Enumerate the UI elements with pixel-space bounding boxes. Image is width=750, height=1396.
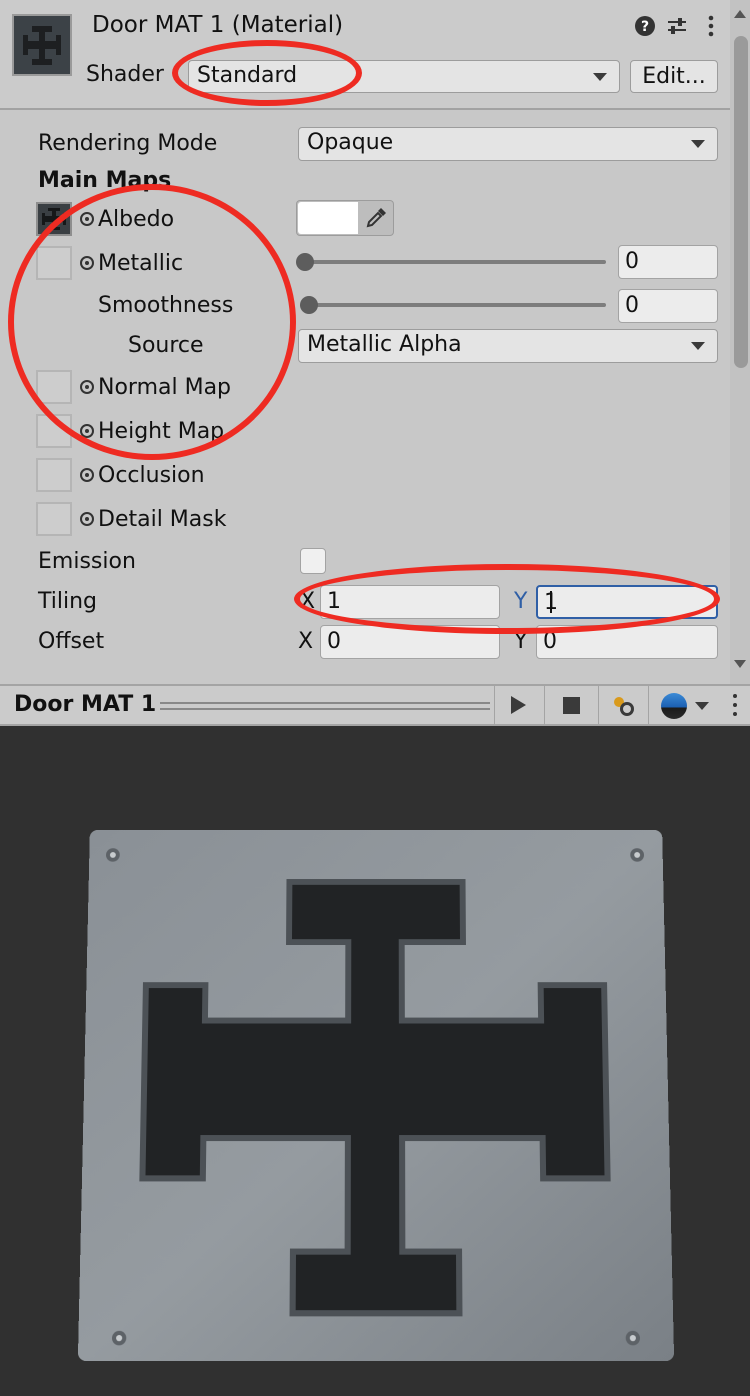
material-preview-plate — [77, 830, 675, 1361]
texture-picker-icon[interactable] — [80, 380, 94, 394]
offset-x-axis-label: X — [298, 629, 314, 654]
inspector-header: Door MAT 1 (Material) ? Shader Standard … — [0, 0, 730, 110]
eyedropper-icon[interactable] — [365, 207, 387, 229]
smoothness-source-dropdown[interactable]: Metallic Alpha — [298, 329, 718, 363]
scroll-down-arrow-icon[interactable] — [734, 660, 746, 668]
smoothness-input[interactable]: 0 — [618, 289, 718, 323]
detail-mask-texture-slot[interactable] — [36, 502, 72, 536]
offset-label: Offset — [38, 629, 105, 654]
preset-sliders-icon[interactable] — [664, 14, 690, 42]
metallic-slider-handle[interactable] — [296, 253, 314, 271]
text-caret — [550, 591, 552, 613]
stop-button[interactable] — [544, 686, 598, 724]
texture-picker-icon[interactable] — [80, 212, 94, 226]
light-toggle-icon — [614, 697, 634, 716]
chevron-down-icon — [695, 702, 709, 710]
shader-dropdown[interactable]: Standard — [188, 60, 620, 93]
albedo-texture-slot[interactable] — [36, 202, 72, 236]
texture-picker-icon[interactable] — [80, 512, 94, 526]
preview-title: Door MAT 1 — [14, 692, 157, 717]
chevron-down-icon — [691, 140, 705, 148]
tiling-label: Tiling — [38, 589, 98, 614]
texture-picker-icon[interactable] — [80, 256, 94, 270]
material-title: Door MAT 1 (Material) — [92, 12, 344, 38]
chevron-down-icon — [593, 73, 607, 81]
height-map-texture-slot[interactable] — [36, 414, 72, 448]
svg-text:?: ? — [641, 19, 649, 35]
preview-toolbar: Door MAT 1 — [0, 684, 750, 726]
cross-emblem-icon — [14, 16, 70, 74]
more-options-icon[interactable] — [698, 14, 724, 42]
help-icon[interactable]: ? — [632, 14, 658, 42]
smoothness-source-value: Metallic Alpha — [307, 332, 462, 357]
offset-x-input[interactable]: 0 — [320, 625, 500, 659]
detail-mask-label: Detail Mask — [98, 507, 227, 532]
emission-label: Emission — [38, 549, 136, 574]
scrollbar-thumb[interactable] — [734, 36, 748, 368]
shader-label: Shader — [86, 62, 164, 87]
metallic-texture-slot[interactable] — [36, 246, 72, 280]
smoothness-slider-track[interactable] — [300, 303, 606, 307]
offset-y-axis-label: Y — [514, 629, 528, 654]
normal-map-label: Normal Map — [98, 375, 232, 400]
inspector-scrollbar[interactable] — [730, 0, 750, 684]
metallic-input[interactable]: 0 — [618, 245, 718, 279]
albedo-label: Albedo — [98, 207, 175, 232]
rendering-mode-value: Opaque — [307, 130, 394, 155]
scroll-up-arrow-icon[interactable] — [734, 10, 746, 18]
normal-map-texture-slot[interactable] — [36, 370, 72, 404]
stop-icon — [563, 697, 580, 714]
edit-shader-button[interactable]: Edit... — [630, 60, 718, 93]
main-maps-heading: Main Maps — [38, 168, 172, 193]
play-button[interactable] — [494, 686, 544, 724]
material-preview-viewport[interactable] — [0, 726, 750, 1396]
smoothness-label: Smoothness — [98, 293, 234, 318]
texture-picker-icon[interactable] — [80, 424, 94, 438]
tiling-x-input[interactable]: 1 — [320, 585, 500, 619]
rendering-mode-label: Rendering Mode — [38, 131, 218, 156]
occlusion-label: Occlusion — [98, 463, 205, 488]
height-map-label: Height Map — [98, 419, 225, 444]
tiling-y-input[interactable]: 1 — [536, 585, 718, 619]
emission-checkbox[interactable] — [300, 548, 326, 574]
chevron-down-icon — [691, 342, 705, 350]
play-icon — [511, 696, 526, 714]
material-inspector: Door MAT 1 (Material) ? Shader Standard … — [0, 0, 750, 684]
preview-lighting-button[interactable] — [598, 686, 648, 724]
sphere-mesh-icon — [661, 693, 687, 719]
rendering-mode-dropdown[interactable]: Opaque — [298, 127, 718, 161]
cross-emblem-texture — [77, 830, 675, 1361]
tiling-x-axis-label: X — [300, 589, 316, 614]
metallic-slider-track[interactable] — [300, 260, 606, 264]
smoothness-slider-handle[interactable] — [300, 296, 318, 314]
material-thumbnail[interactable] — [12, 14, 72, 76]
shader-value: Standard — [197, 63, 298, 88]
texture-picker-icon[interactable] — [80, 468, 94, 482]
more-options-icon[interactable] — [732, 694, 738, 718]
albedo-color-swatch[interactable] — [298, 202, 358, 234]
preview-drag-handle[interactable] — [160, 702, 490, 710]
cross-emblem-icon — [42, 208, 66, 230]
occlusion-texture-slot[interactable] — [36, 458, 72, 492]
metallic-label: Metallic — [98, 251, 184, 276]
preview-mesh-dropdown[interactable] — [648, 686, 720, 724]
tiling-y-axis-label: Y — [514, 589, 528, 614]
offset-y-input[interactable]: 0 — [536, 625, 718, 659]
source-label: Source — [128, 333, 204, 358]
albedo-color-field[interactable] — [296, 200, 394, 236]
